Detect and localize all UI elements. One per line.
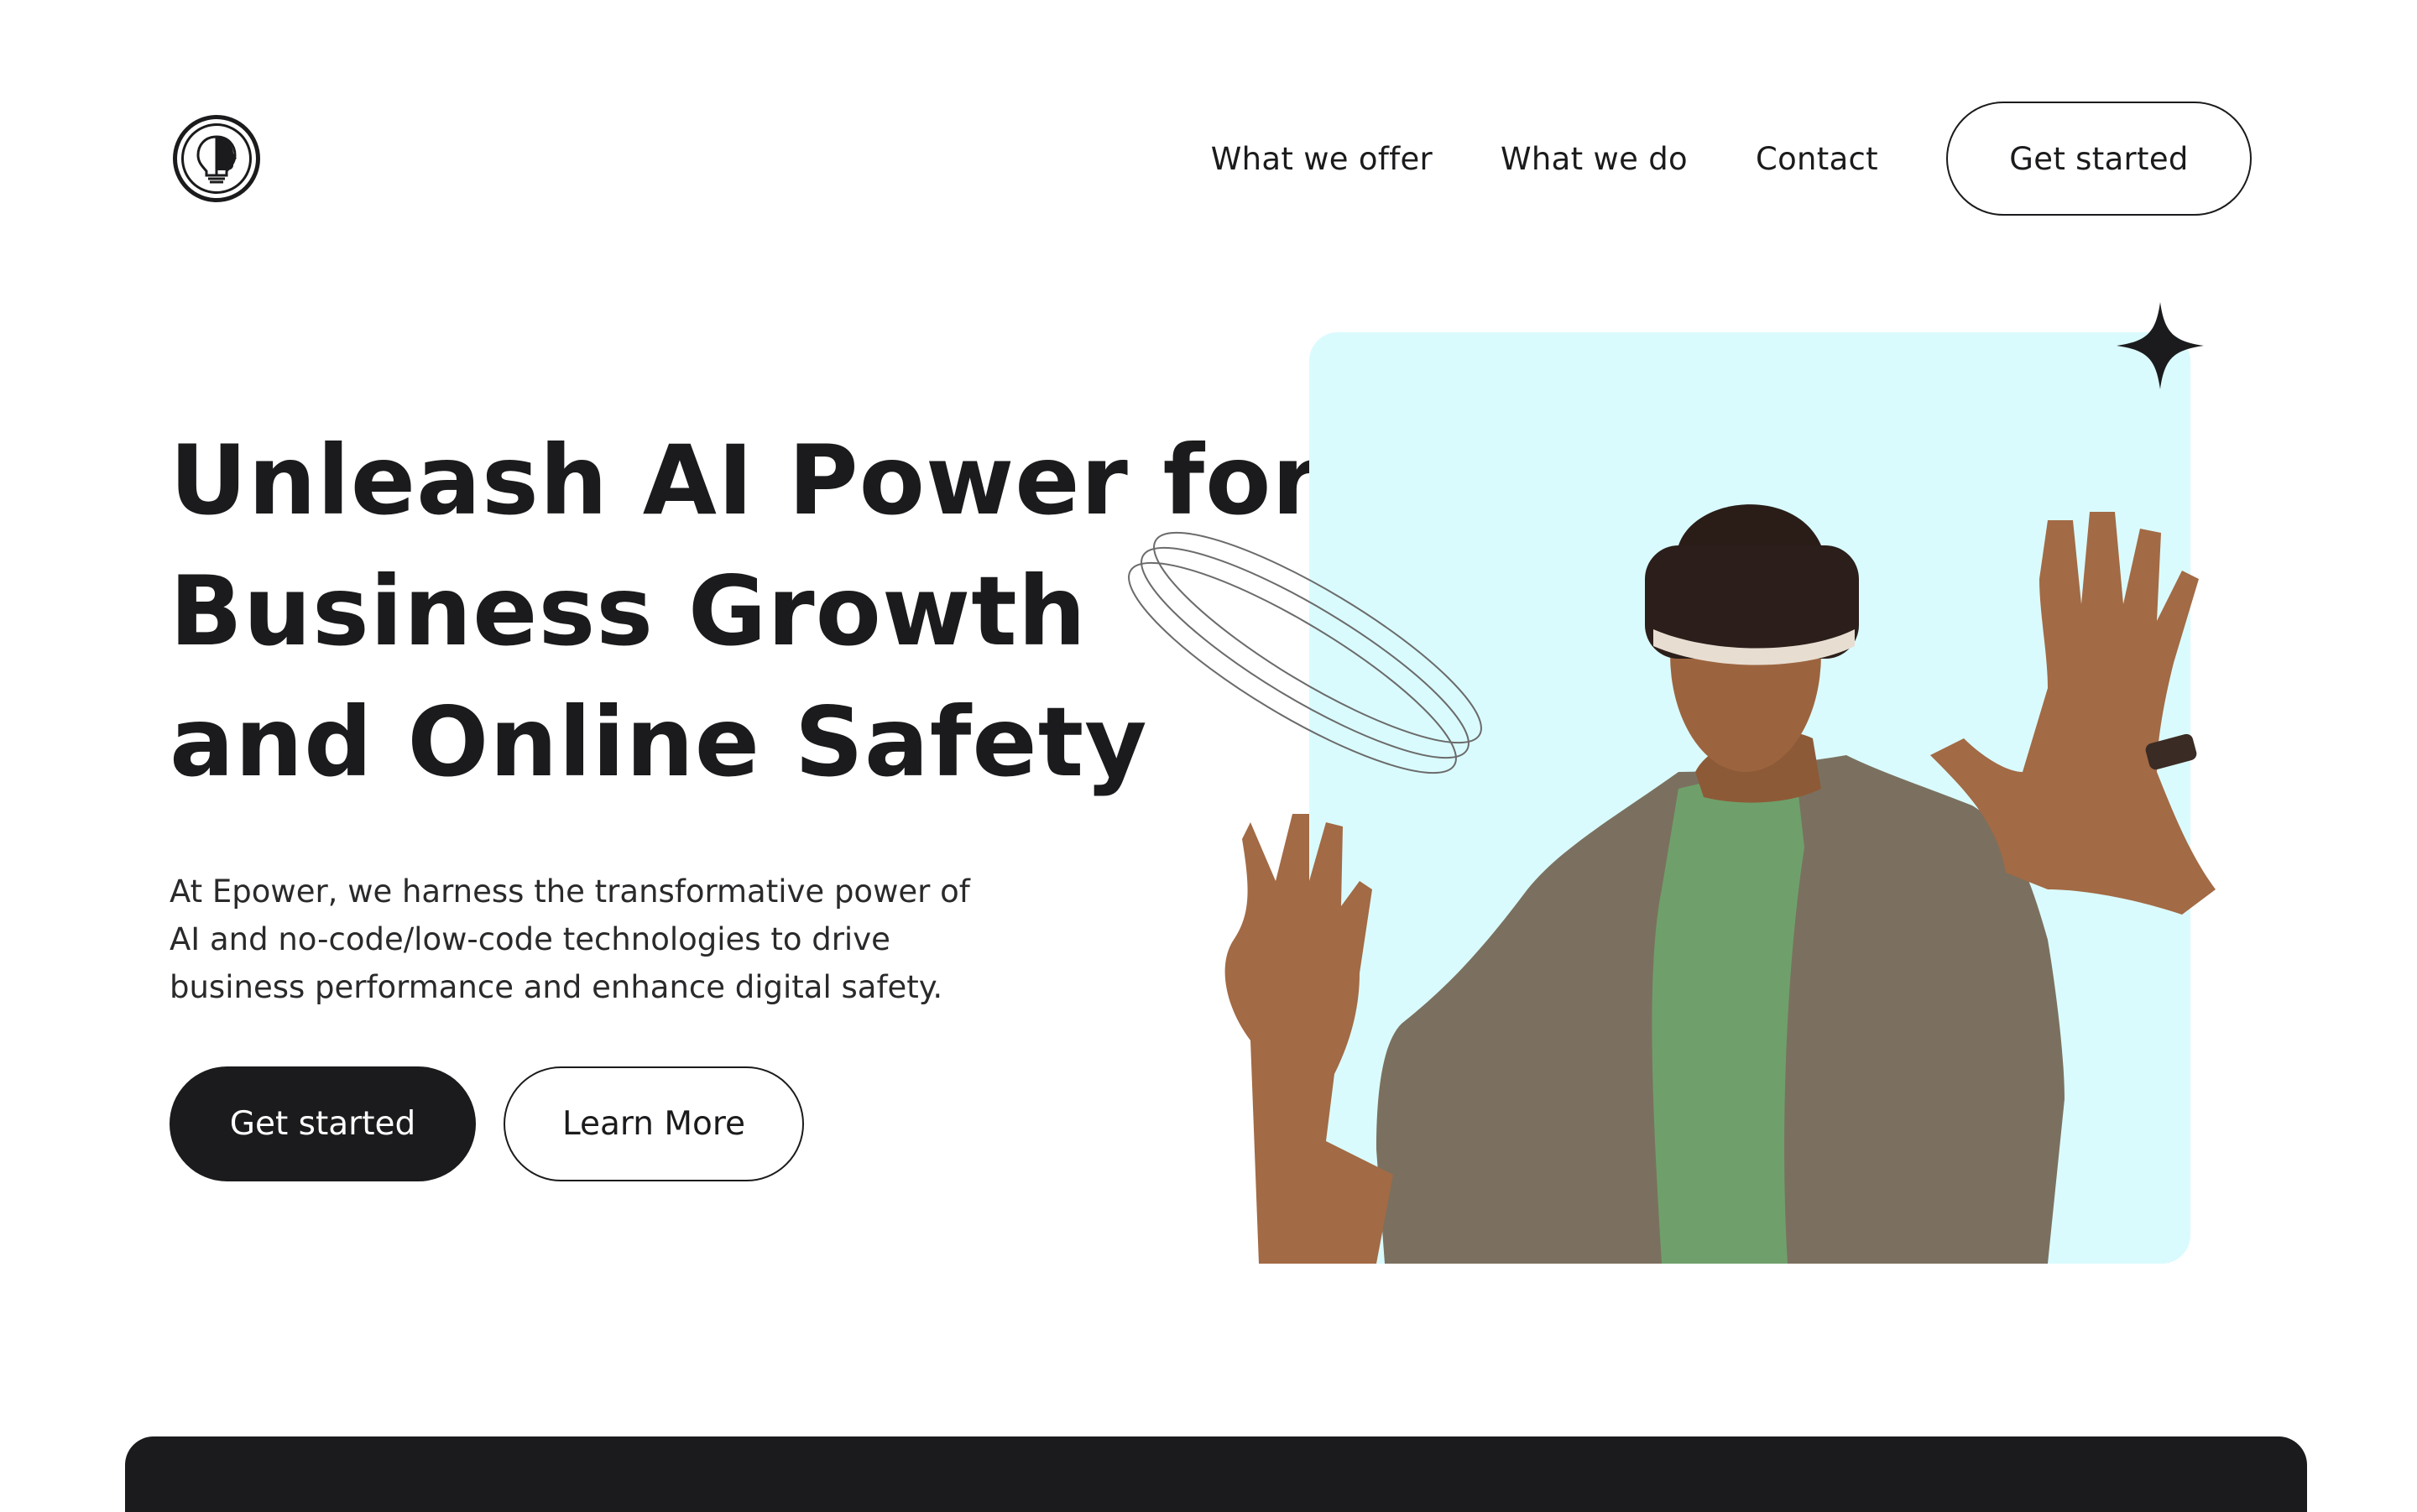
- hero-description: At Epower, we harness the transformative…: [170, 868, 1093, 1011]
- left-hand: [1224, 814, 1393, 1264]
- lightbulb-face-icon: [181, 123, 252, 194]
- next-section-band: [125, 1436, 2307, 1512]
- nav-link-what-we-offer[interactable]: What we offer: [1211, 141, 1433, 177]
- nav-get-started-button[interactable]: Get started: [1946, 102, 2252, 216]
- get-started-button[interactable]: Get started: [170, 1066, 476, 1181]
- hero-description-line: At Epower, we harness the transformative…: [170, 873, 970, 910]
- nav-link-what-we-do[interactable]: What we do: [1501, 141, 1688, 177]
- hero-description-line: business performance and enhance digital…: [170, 969, 943, 1005]
- nav-link-contact[interactable]: Contact: [1756, 141, 1878, 177]
- orbit-rings-icon: [1128, 531, 1482, 774]
- main-nav: What we offer What we do Contact Get sta…: [1211, 102, 2252, 216]
- sparkle-icon: [2117, 302, 2204, 389]
- learn-more-button[interactable]: Learn More: [504, 1066, 804, 1181]
- logo[interactable]: [173, 115, 260, 202]
- hero-vr-person-image: [1128, 504, 2216, 1264]
- hero-description-line: AI and no-code/low-code technologies to …: [170, 921, 890, 957]
- person-tee: [1652, 772, 1804, 1264]
